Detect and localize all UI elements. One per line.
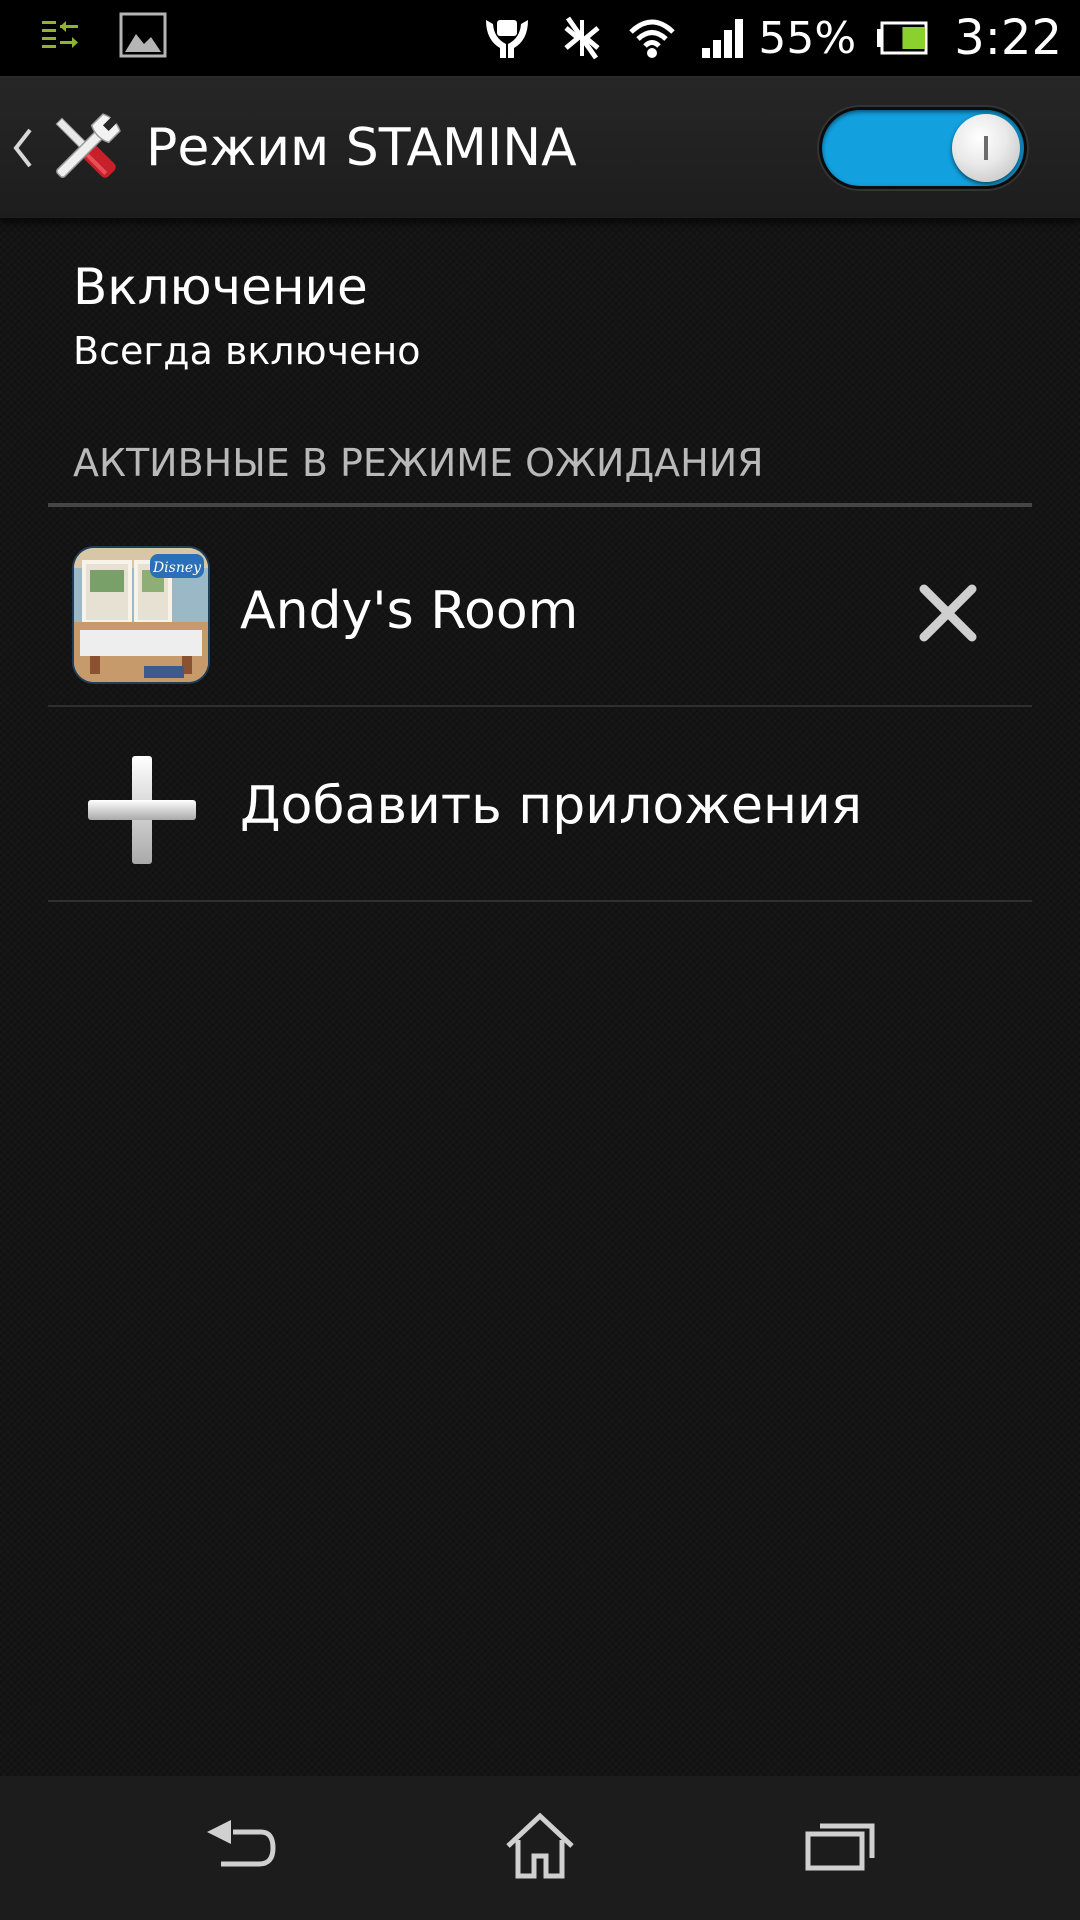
add-apps-label: Добавить приложения: [240, 776, 863, 836]
close-icon[interactable]: [916, 581, 980, 649]
disney-app-icon: Disney: [74, 548, 208, 682]
battery-icon: [876, 21, 928, 55]
stamina-hands-icon: [482, 14, 532, 62]
page-title: Режим STAMINA: [146, 118, 577, 178]
signal-icon: [700, 16, 746, 60]
nav-home-button[interactable]: [480, 1798, 600, 1898]
notification-area: [40, 10, 168, 60]
app-name: Andy's Room: [240, 581, 579, 641]
svg-text:Disney: Disney: [152, 560, 202, 576]
transfer-arrows-icon: [40, 15, 80, 55]
back-icon[interactable]: [203, 1818, 277, 1878]
activation-title[interactable]: Включение: [73, 256, 368, 318]
battery-percent: 55%: [758, 12, 857, 64]
stamina-toggle-switch[interactable]: [822, 110, 1024, 186]
wifi-icon: [628, 16, 676, 60]
toggle-knob[interactable]: [952, 114, 1020, 182]
remove-app-button[interactable]: [900, 567, 996, 663]
system-status-area: 55% 3:22: [482, 0, 1062, 76]
nav-back-button[interactable]: [180, 1798, 300, 1898]
recent-apps-icon[interactable]: [804, 1820, 876, 1876]
list-item-andys-room[interactable]: Disney Andy's Room: [48, 515, 1032, 705]
section-divider: [48, 503, 1032, 507]
no-sync-icon: [558, 14, 606, 62]
activation-summary: Всегда включено: [73, 329, 421, 373]
plus-icon: [86, 754, 198, 866]
row-divider: [48, 900, 1032, 902]
status-bar: 55% 3:22: [0, 0, 1080, 78]
navigation-bar: [0, 1776, 1080, 1920]
standby-section-header: АКТИВНЫЕ В РЕЖИМЕ ОЖИДАНИЯ: [73, 441, 764, 485]
image-notification-icon: [118, 10, 168, 60]
add-apps-row[interactable]: Добавить приложения: [48, 710, 1032, 900]
screen: 55% 3:22 Режим STAMINA Включение Всегда …: [0, 0, 1080, 1920]
clock: 3:22: [954, 10, 1062, 66]
row-divider: [48, 705, 1032, 707]
home-icon[interactable]: [504, 1812, 576, 1884]
up-navigation-chevron-icon[interactable]: [10, 122, 36, 174]
nav-recent-apps-button[interactable]: [780, 1798, 900, 1898]
tools-settings-icon[interactable]: [46, 108, 126, 188]
